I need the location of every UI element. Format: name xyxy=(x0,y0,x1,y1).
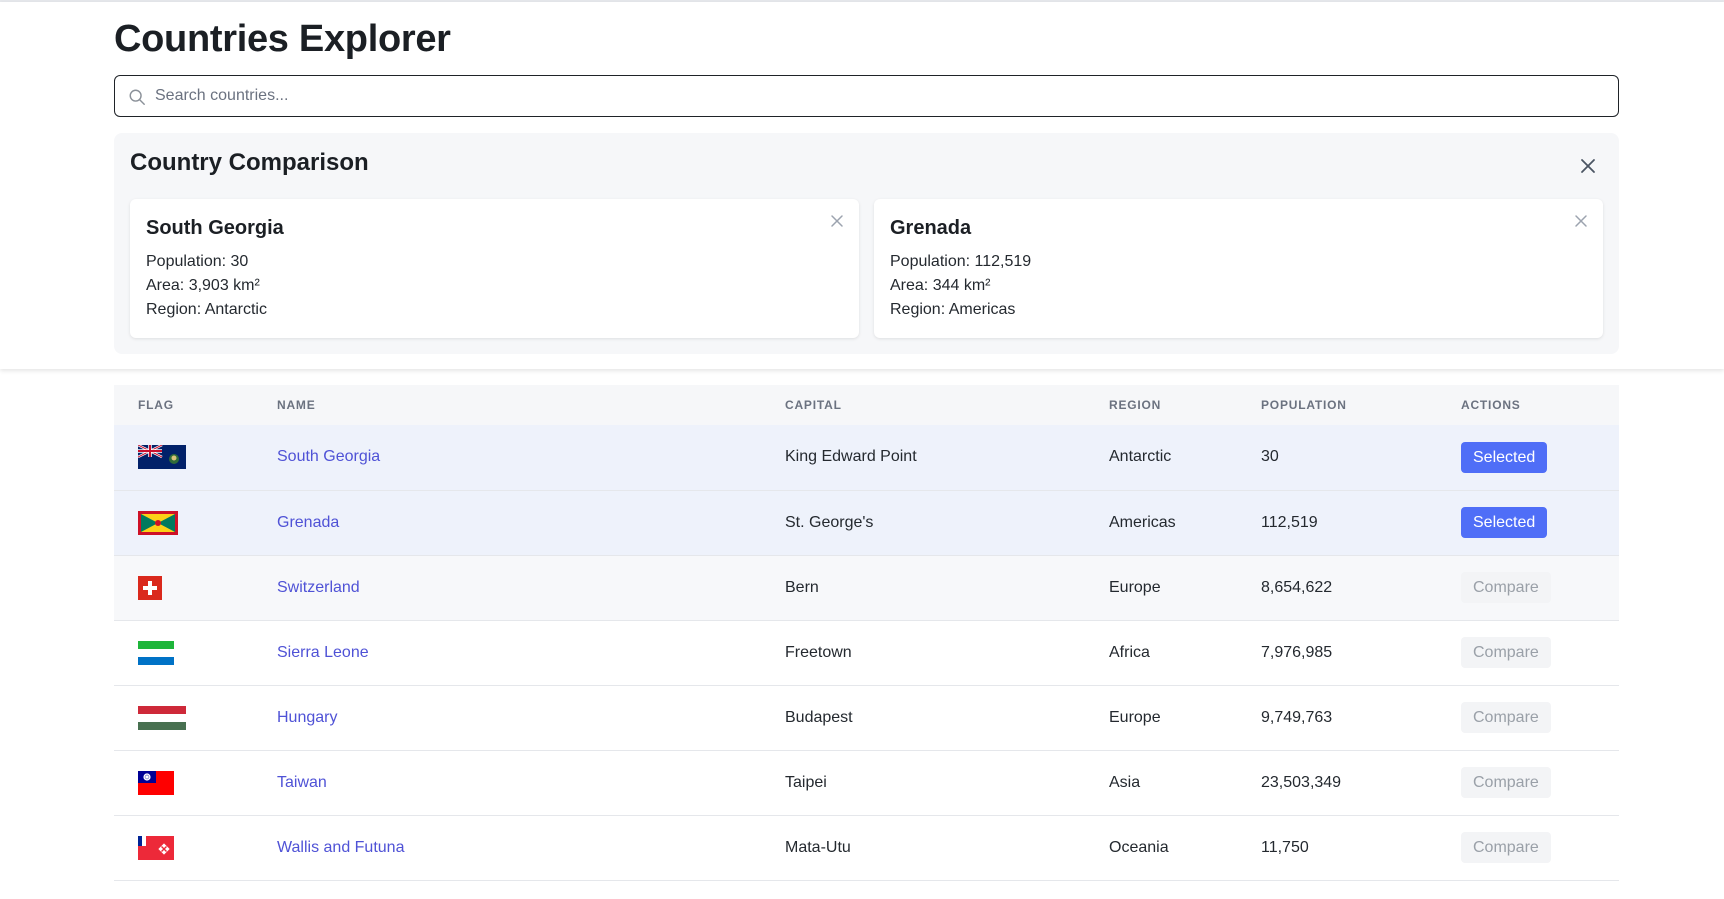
table-row: Switzerland Bern Europe 8,654,622 Compar… xyxy=(114,555,1619,620)
flag-cell xyxy=(114,425,253,490)
capital-cell: Freetown xyxy=(785,643,852,661)
country-name-link[interactable]: Switzerland xyxy=(277,579,360,596)
card-population: Population: 112,519 xyxy=(890,253,1032,270)
flag-cell xyxy=(114,555,253,620)
compare-button[interactable]: Compare xyxy=(1461,767,1551,798)
column-header-flag: FLAG xyxy=(138,398,174,412)
comparison-card: South Georgia Population: 30 Area: 3,903… xyxy=(130,199,859,338)
region-cell: Americas xyxy=(1109,513,1176,531)
selected-button[interactable]: Selected xyxy=(1461,507,1548,538)
table-row: Wallis and Futuna Mata-Utu Oceania 11,75… xyxy=(114,815,1619,880)
country-name-link[interactable]: Sierra Leone xyxy=(277,644,369,661)
remove-card-icon[interactable] xyxy=(829,213,845,229)
compare-button[interactable]: Compare xyxy=(1461,572,1551,603)
search-input[interactable] xyxy=(155,82,1595,110)
column-header-region[interactable]: REGION xyxy=(1085,385,1237,425)
capital-cell: Budapest xyxy=(785,708,853,726)
comparison-card: Grenada Population: 112,519 Area: 344 km… xyxy=(874,199,1603,338)
wallis-futuna-flag-icon xyxy=(138,835,174,860)
region-cell: Oceania xyxy=(1109,838,1169,856)
comparison-panel: Country Comparison South Georgia Populat… xyxy=(114,133,1619,354)
card-country-name: South Georgia xyxy=(146,217,284,239)
population-cell: 11,750 xyxy=(1261,838,1309,856)
country-name-link[interactable]: Wallis and Futuna xyxy=(277,839,404,856)
remove-card-icon[interactable] xyxy=(1573,213,1589,229)
population-cell: 30 xyxy=(1261,448,1279,466)
sierra-leone-flag-icon xyxy=(138,640,174,665)
table-row: Grenada St. George's Americas 112,519 Se… xyxy=(114,490,1619,555)
capital-cell: St. George's xyxy=(785,513,874,531)
country-name-link[interactable]: Grenada xyxy=(277,514,339,531)
compare-button[interactable]: Compare xyxy=(1461,702,1551,733)
card-region: Region: Americas xyxy=(890,301,1016,318)
population-cell: 9,749,763 xyxy=(1261,708,1333,726)
flag-cell xyxy=(114,685,253,750)
region-cell: Africa xyxy=(1109,643,1150,661)
flag-cell xyxy=(114,750,253,815)
selected-button[interactable]: Selected xyxy=(1461,441,1548,473)
card-population: Population: 30 xyxy=(146,253,249,270)
switzerland-flag-icon xyxy=(138,575,162,600)
south-georgia-flag-icon xyxy=(138,445,186,470)
compare-button[interactable]: Compare xyxy=(1461,637,1551,668)
search-box[interactable] xyxy=(114,75,1619,117)
population-cell: 7,976,985 xyxy=(1261,643,1333,661)
card-area: Area: 3,903 km² xyxy=(146,277,260,294)
population-cell: 112,519 xyxy=(1261,513,1318,531)
table-row: South Georgia King Edward Point Antarcti… xyxy=(114,425,1619,490)
card-area: Area: 344 km² xyxy=(890,277,991,294)
capital-cell: King Edward Point xyxy=(785,448,917,466)
region-cell: Asia xyxy=(1109,773,1141,791)
hungary-flag-icon xyxy=(138,705,186,730)
card-region: Region: Antarctic xyxy=(146,301,267,318)
column-header-name[interactable]: NAME xyxy=(253,385,761,425)
countries-table: FLAG NAME CAPITAL REGION POPULATION ACTI… xyxy=(114,385,1619,881)
close-comparison-icon[interactable] xyxy=(1577,155,1599,177)
population-cell: 8,654,622 xyxy=(1261,578,1333,596)
column-header-population[interactable]: POPULATION xyxy=(1237,385,1437,425)
card-country-name: Grenada xyxy=(890,217,972,239)
region-cell: Europe xyxy=(1109,578,1161,596)
grenada-flag-icon xyxy=(138,510,178,535)
capital-cell: Taipei xyxy=(785,773,827,791)
table-row: Sierra Leone Freetown Africa 7,976,985 C… xyxy=(114,620,1619,685)
flag-cell xyxy=(114,490,253,555)
table-row: Hungary Budapest Europe 9,749,763 Compar… xyxy=(114,685,1619,750)
table-header-row: FLAG NAME CAPITAL REGION POPULATION ACTI… xyxy=(114,385,1619,425)
column-header-capital[interactable]: CAPITAL xyxy=(761,385,1085,425)
column-header-actions: ACTIONS xyxy=(1461,398,1521,412)
region-cell: Europe xyxy=(1109,708,1161,726)
country-name-link[interactable]: South Georgia xyxy=(277,448,380,465)
country-name-link[interactable]: Taiwan xyxy=(277,774,327,791)
comparison-title: Country Comparison xyxy=(130,149,369,176)
capital-cell: Mata-Utu xyxy=(785,838,851,856)
population-cell: 23,503,349 xyxy=(1261,773,1342,791)
taiwan-flag-icon xyxy=(138,770,174,795)
countries-table-container: FLAG NAME CAPITAL REGION POPULATION ACTI… xyxy=(114,385,1619,881)
search-icon xyxy=(129,89,145,105)
flag-cell xyxy=(114,815,253,880)
header-panel: Countries Explorer Country Comparison So… xyxy=(0,2,1724,369)
country-name-link[interactable]: Hungary xyxy=(277,709,337,726)
capital-cell: Bern xyxy=(785,578,819,596)
page-title: Countries Explorer xyxy=(114,18,451,60)
compare-button[interactable]: Compare xyxy=(1461,832,1551,863)
region-cell: Antarctic xyxy=(1109,448,1172,466)
table-row: Taiwan Taipei Asia 23,503,349 Compare xyxy=(114,750,1619,815)
flag-cell xyxy=(114,620,253,685)
